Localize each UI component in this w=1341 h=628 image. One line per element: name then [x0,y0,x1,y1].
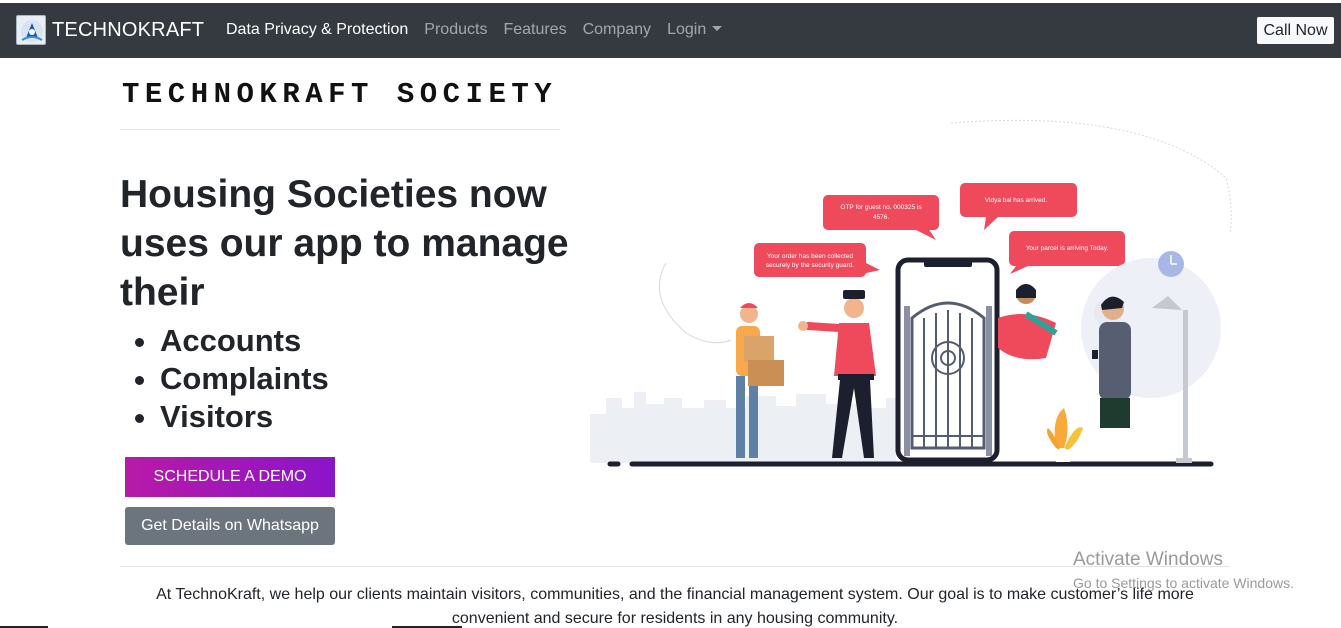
resident-man-icon [1081,258,1221,428]
nav-link-company[interactable]: Company [583,21,651,39]
nav-links: Data Privacy & Protection Products Featu… [226,21,738,39]
nav-link-products[interactable]: Products [424,21,487,39]
bubble-collected-line1: Your order has been collected [767,253,854,260]
resident-woman-icon [998,284,1058,360]
login-label: Login [667,21,707,38]
schedule-demo-button[interactable]: SCHEDULE A DEMO [125,457,335,497]
hero-headline: Housing Societies now uses our app to ma… [120,173,569,314]
nav-link-data-privacy[interactable]: Data Privacy & Protection [226,21,408,39]
society-title: TECHNOKRAFT SOCIETY [122,78,558,111]
phone-gate-icon [895,257,1000,463]
clock-icon [1158,251,1184,277]
nav-link-features[interactable]: Features [503,21,566,39]
bubble-otp-line2: 4576. [873,214,889,221]
nav-link-login-dropdown[interactable]: Login [667,21,723,39]
divider-bottom [120,566,1230,567]
feature-list: Accounts Complaints Visitors [160,322,329,436]
navbar: TECHNOKRAFT Data Privacy & Protection Pr… [0,3,1341,58]
feature-item: Complaints [160,360,329,398]
feature-item: Accounts [160,322,329,360]
watermark-title: Activate Windows [1073,549,1223,570]
bubble-collected-line2: securely by the security guard. [766,262,854,269]
bubble-otp: OTP for guest no. 000325 is 4576. [823,195,939,240]
hero-illustration: OTP for guest no. 000325 is 4576. Vidya … [590,119,1232,467]
bubble-arrival-line1: Vidya bai has arrived. [985,197,1048,204]
bubble-otp-line1: OTP for guest no. 000325 is [840,204,922,211]
brand-name: TECHNOKRAFT [52,18,205,41]
about-paragraph: At TechnoKraft, we help our clients main… [156,586,1194,627]
whatsapp-details-button[interactable]: Get Details on Whatsapp [125,507,335,545]
plant-icon [1047,408,1083,462]
call-now-button[interactable]: Call Now [1257,17,1334,44]
brand-logo-icon [16,15,46,45]
divider-top [120,129,560,130]
brand-link[interactable]: TECHNOKRAFT [16,15,204,45]
feature-item: Visitors [160,398,329,436]
bubble-parcel-line1: Your parcel is arriving Today. [1026,245,1109,252]
bubble-parcel: Your parcel is arriving Today. [1009,231,1125,274]
chevron-down-icon [712,26,723,31]
bubble-arrival: Vidya bai has arrived. [960,183,1077,230]
bubble-collected: Your order has been collected securely b… [754,243,880,277]
